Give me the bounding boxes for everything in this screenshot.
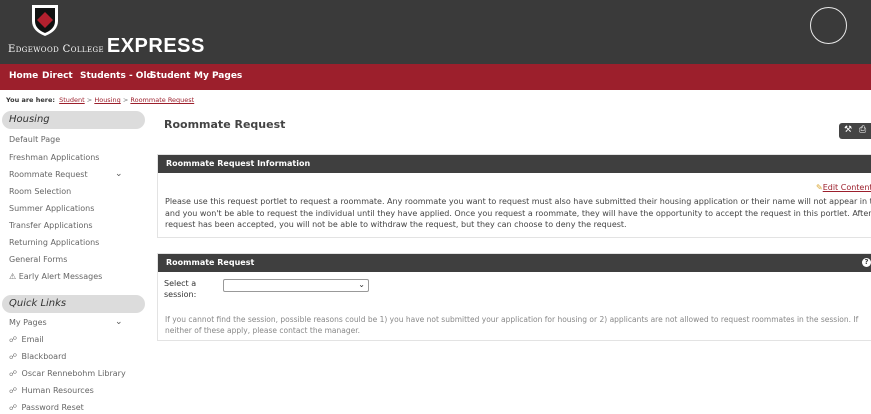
session-label-line: Select a (164, 279, 197, 288)
sidebar-item-roommate-request[interactable]: Roommate Request ⌄ (9, 169, 123, 179)
sidebar-section-quick-links[interactable]: Quick Links (2, 295, 145, 313)
chevron-down-icon[interactable]: ⌄ (115, 169, 123, 179)
sidebar-item-label: Roommate Request (9, 170, 88, 179)
brand-big: EXPRESS (106, 35, 205, 57)
link-icon: ☍ (9, 369, 18, 378)
sidebar-section-title: Quick Links (9, 298, 67, 309)
shield-logo-icon[interactable] (30, 3, 60, 37)
edit-content-link[interactable]: ✎Edit Content (816, 183, 871, 192)
info-panel-title: Roommate Request Information (166, 159, 311, 168)
quick-link-label: Human Resources (21, 386, 94, 395)
info-panel-header: Roommate Request Information (158, 155, 871, 173)
help-icon[interactable]: ? (862, 258, 871, 267)
top-header: Edgewood College EXPRESS (0, 0, 871, 64)
main-nav: Home Direct Students - Old Student My Pa… (0, 64, 871, 90)
quick-link-blackboard[interactable]: ☍ Blackboard (9, 352, 66, 361)
brand-small: Edgewood College (8, 44, 104, 55)
breadcrumb-separator: > (86, 96, 93, 104)
user-avatar-icon[interactable] (810, 7, 847, 44)
session-note-line: neither of these apply, please contact t… (165, 326, 360, 335)
session-note-line: If you cannot find the session, possible… (165, 315, 859, 324)
quick-link-label: Email (21, 335, 44, 344)
chevron-down-icon[interactable]: ⌄ (115, 317, 123, 327)
sidebar-item-my-pages[interactable]: My Pages ⌄ (9, 317, 123, 327)
nav-students-old[interactable]: Students - Old (80, 71, 153, 81)
sidebar-item-default-page[interactable]: Default Page (9, 135, 60, 144)
link-icon: ☍ (9, 335, 18, 344)
breadcrumb: You are here: Student > Housing > Roomma… (6, 96, 194, 104)
session-select-label: Select a session: (164, 279, 196, 300)
sidebar-item-room-selection[interactable]: Room Selection (9, 187, 71, 196)
session-label-line: session: (164, 289, 197, 299)
nav-direct[interactable]: Direct (42, 71, 73, 81)
info-text-line: request has been accepted, you will not … (165, 220, 627, 229)
sidebar-item-early-alert-messages[interactable]: ⚠ Early Alert Messages (9, 272, 102, 281)
warning-icon: ⚠ (9, 272, 17, 281)
nav-home[interactable]: Home (9, 71, 38, 81)
request-panel-title: Roommate Request (166, 258, 255, 267)
nav-my-pages[interactable]: My Pages (194, 71, 242, 81)
wrench-icon[interactable]: ⚒ (844, 125, 852, 135)
sidebar-item-freshman-applications[interactable]: Freshman Applications (9, 153, 99, 162)
nav-student[interactable]: Student (150, 71, 190, 81)
chevron-down-icon: ⌄ (358, 280, 365, 289)
breadcrumb-roommate-request[interactable]: Roommate Request (130, 96, 194, 104)
breadcrumb-student[interactable]: Student (59, 96, 85, 104)
sidebar-item-returning-applications[interactable]: Returning Applications (9, 238, 99, 247)
sidebar-item-general-forms[interactable]: General Forms (9, 255, 67, 264)
sidebar-section-title: Housing (9, 114, 50, 125)
quick-link-password-reset[interactable]: ☍ Password Reset (9, 403, 84, 412)
link-icon: ☍ (9, 386, 18, 395)
link-icon: ☍ (9, 352, 18, 361)
page-tools: ⚒ ⎙ (839, 123, 871, 139)
sidebar-item-label: Early Alert Messages (18, 272, 103, 281)
quick-link-label: Oscar Rennebohm Library (21, 369, 126, 378)
brand-wordmark[interactable]: Edgewood College EXPRESS (8, 35, 205, 58)
edit-content-label: Edit Content (822, 183, 871, 192)
breadcrumb-separator: > (122, 96, 129, 104)
session-select[interactable]: ⌄ (223, 279, 369, 292)
sidebar-item-transfer-applications[interactable]: Transfer Applications (9, 221, 93, 230)
pencil-icon: ✎ (816, 183, 823, 192)
sidebar-item-summer-applications[interactable]: Summer Applications (9, 204, 94, 213)
quick-link-email[interactable]: ☍ Email (9, 335, 44, 344)
quick-link-label: Blackboard (21, 352, 67, 361)
sidebar-item-label: My Pages (9, 318, 47, 327)
printer-icon[interactable]: ⎙ (859, 125, 866, 135)
quick-link-label: Password Reset (21, 403, 84, 412)
info-text-line: and you won't be able to request the ind… (165, 208, 871, 218)
quick-link-human-resources[interactable]: ☍ Human Resources (9, 386, 94, 395)
page-title: Roommate Request (164, 118, 286, 131)
quick-link-library[interactable]: ☍ Oscar Rennebohm Library (9, 369, 126, 378)
sidebar-section-housing[interactable]: Housing (2, 111, 145, 129)
link-icon: ☍ (9, 403, 18, 412)
breadcrumb-housing[interactable]: Housing (94, 96, 120, 104)
info-text-line: Please use this request portlet to reque… (165, 197, 871, 206)
request-panel-header: Roommate Request ? (158, 254, 871, 272)
breadcrumb-label: You are here: (6, 96, 55, 104)
